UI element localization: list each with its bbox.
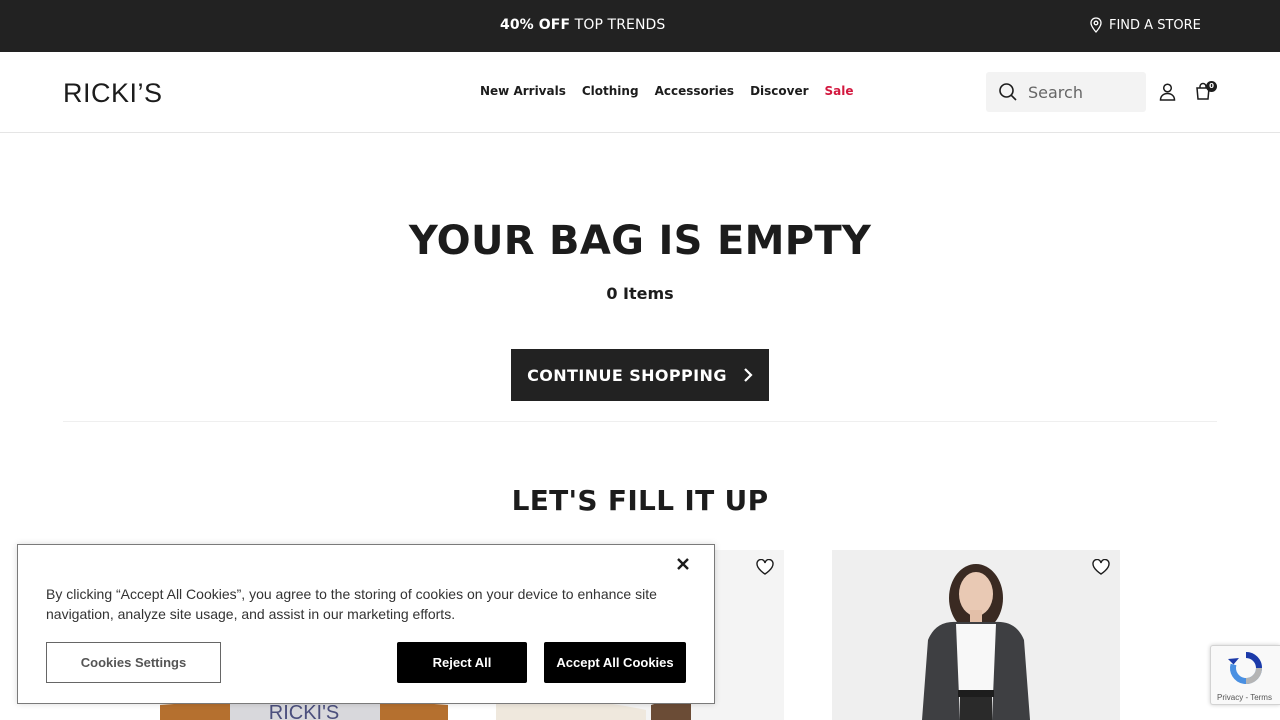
chevron-right-icon bbox=[744, 368, 753, 382]
accept-all-cookies-button[interactable]: Accept All Cookies bbox=[544, 642, 686, 683]
location-pin-icon bbox=[1090, 17, 1102, 33]
heart-icon[interactable] bbox=[1092, 559, 1110, 575]
find-a-store-label: FIND A STORE bbox=[1109, 17, 1201, 33]
empty-bag-title: YOUR BAG IS EMPTY bbox=[408, 218, 872, 264]
account-icon[interactable] bbox=[1159, 83, 1176, 101]
nav-item-discover[interactable]: Discover bbox=[750, 84, 808, 98]
nav-item-sale[interactable]: Sale bbox=[825, 84, 854, 98]
recommendations-title: LET'S FILL IT UP bbox=[511, 484, 769, 517]
search-input[interactable] bbox=[1028, 82, 1138, 102]
bag-count-badge: 0 bbox=[1206, 81, 1217, 92]
continue-shopping-label: CONTINUE SHOPPING bbox=[527, 365, 727, 385]
product-card[interactable] bbox=[832, 550, 1120, 720]
heart-icon[interactable] bbox=[756, 559, 774, 575]
site-logo[interactable]: RICKI’S bbox=[63, 78, 163, 109]
continue-shopping-button[interactable]: CONTINUE SHOPPING bbox=[511, 349, 769, 401]
promo-bar: 40% OFF TOP TRENDS FIND A STORE bbox=[0, 0, 1280, 52]
divider bbox=[63, 421, 1217, 422]
cookie-consent-text: By clicking “Accept All Cookies”, you ag… bbox=[46, 586, 657, 622]
find-a-store-link[interactable]: FIND A STORE bbox=[1089, 17, 1201, 33]
cookie-consent-banner: By clicking “Accept All Cookies”, you ag… bbox=[17, 544, 715, 704]
site-header: RICKI’S New Arrivals Clothing Accessorie… bbox=[0, 52, 1280, 133]
search-icon[interactable] bbox=[998, 82, 1018, 102]
recaptcha-links[interactable]: Privacy - Terms bbox=[1217, 693, 1272, 702]
items-count: 0 Items bbox=[606, 284, 674, 303]
nav-item-accessories[interactable]: Accessories bbox=[655, 84, 735, 98]
product-brand-print: RICKI'S bbox=[269, 702, 340, 720]
main-nav: New Arrivals Clothing Accessories Discov… bbox=[480, 84, 854, 98]
product-image bbox=[832, 550, 1120, 720]
recaptcha-logo-icon bbox=[1228, 652, 1263, 684]
reject-all-button[interactable]: Reject All bbox=[397, 642, 527, 683]
cookies-settings-button[interactable]: Cookies Settings bbox=[46, 642, 221, 683]
nav-item-new-arrivals[interactable]: New Arrivals bbox=[480, 84, 566, 98]
recaptcha-badge[interactable]: Privacy - Terms bbox=[1210, 645, 1280, 705]
search-box[interactable] bbox=[986, 72, 1146, 112]
promo-text[interactable]: 40% OFF TOP TRENDS bbox=[500, 17, 665, 33]
nav-item-clothing[interactable]: Clothing bbox=[582, 84, 639, 98]
close-icon[interactable] bbox=[676, 557, 690, 571]
